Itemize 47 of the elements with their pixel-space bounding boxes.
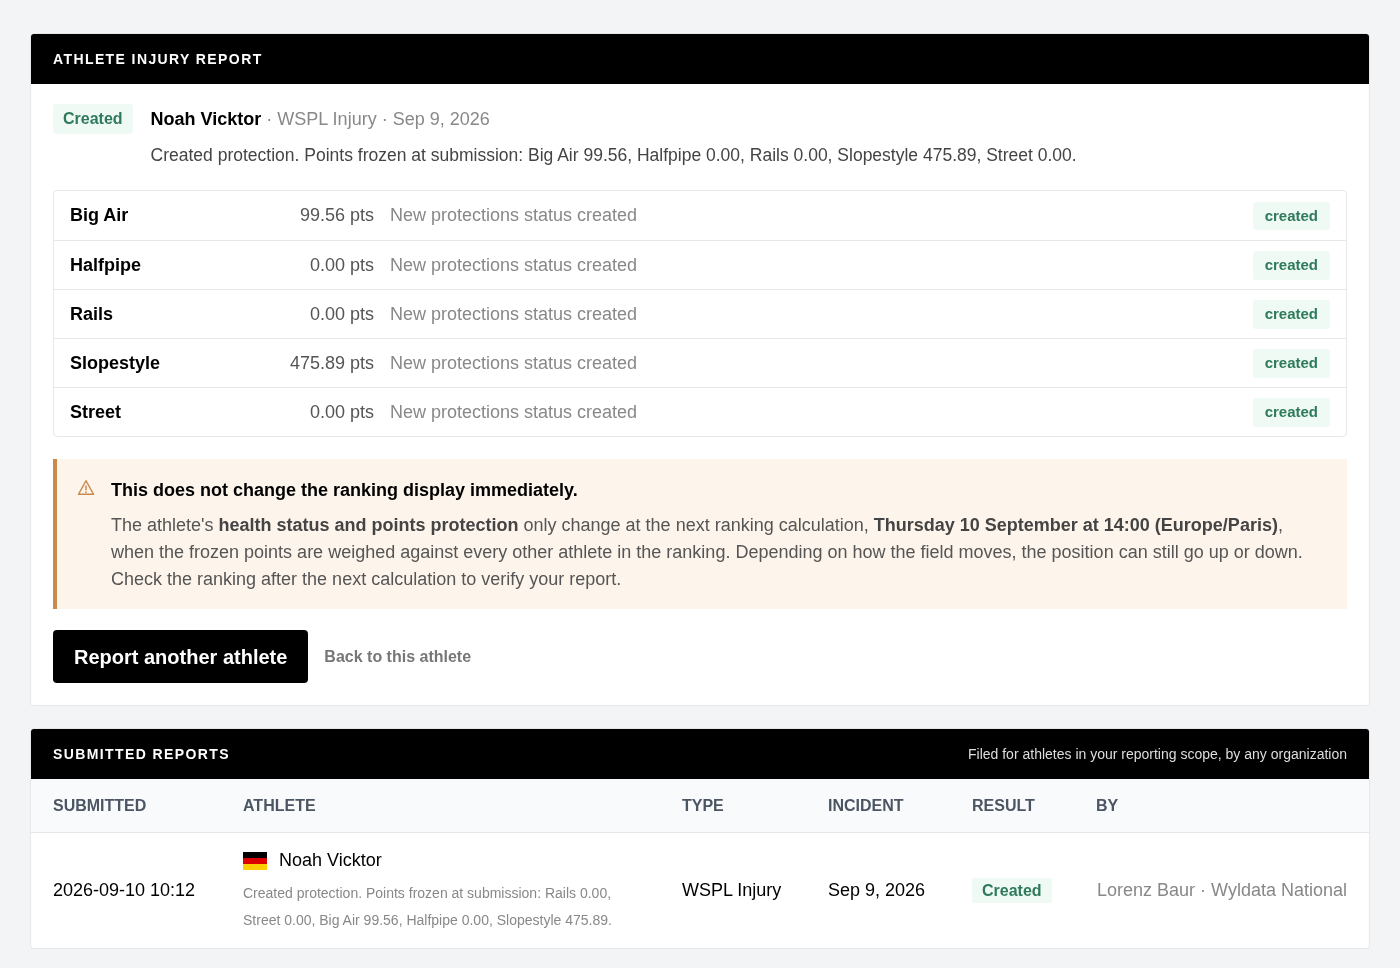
status-note: New protections status created: [390, 204, 639, 228]
table-cell: Lorenz Baur · Wyldata National: [1097, 880, 1347, 901]
back-link[interactable]: Back to this athlete: [324, 644, 472, 669]
discipline-name: Street: [70, 400, 123, 424]
status-badge: Created: [972, 877, 1052, 903]
column-header: TYPE: [682, 796, 724, 814]
status-badge: created: [1252, 251, 1330, 280]
notice-body: The athlete's health status and points protection only change at the next ranking calculation, Thursday 10 September at 14:00 (Europe/Paris), when the frozen points are weighed against every other athlete in the ranking. Depending on how the field moves, the position can still go up or down. Check the ranking after the next calculation to verify your report.: [111, 514, 1304, 592]
card-title: SUBMITTED REPORTS: [53, 744, 231, 764]
athlete-name: Noah Vicktor: [279, 849, 382, 873]
status-badge: Created: [53, 104, 133, 134]
status-note: New protections status created: [390, 351, 639, 375]
flag-icon: [243, 851, 267, 870]
report-button[interactable]: Report another athlete: [53, 630, 309, 684]
report-description: Created protection. Points frozen at submission: Big Air 99.56, Halfpipe 0.00, Rails 0.00, Slopestyle 475.89, Street 0.00.: [150, 144, 1077, 167]
table-cell: 2026-09-10 10:12: [53, 880, 196, 901]
points-value: 99.56 pts: [298, 204, 374, 228]
column-header: RESULT: [972, 796, 1035, 814]
card-title: ATHLETE INJURY REPORT: [53, 49, 263, 69]
card-subtitle: Filed for athletes in your reporting scope, by any organization: [968, 744, 1347, 764]
table-cell: Sep 9, 2026: [828, 880, 926, 901]
column-header: INCIDENT: [828, 796, 904, 814]
status-note: New protections status created: [390, 302, 639, 326]
status-badge: created: [1252, 398, 1330, 427]
report-type: · WSPL Injury: [266, 108, 377, 131]
discipline-name: Big Air: [70, 204, 130, 228]
report-summary: Created protection. Points frozen at submission: Rails 0.00, Street 0.00, Big Air 99.56, Halfpipe 0.00, Slopestyle 475.89.: [243, 884, 613, 931]
points-value: 0.00 pts: [308, 302, 374, 326]
warning-icon: [77, 479, 95, 497]
notice-title: This does not change the ranking display immediately.: [111, 479, 579, 503]
discipline-name: Slopestyle: [70, 351, 162, 375]
points-value: 475.89 pts: [288, 351, 374, 375]
points-value: 0.00 pts: [308, 400, 374, 424]
status-badge: created: [1252, 201, 1330, 230]
discipline-name: Halfpipe: [70, 253, 142, 277]
status-badge: created: [1252, 349, 1330, 378]
column-header: BY: [1096, 796, 1119, 814]
status-note: New protections status created: [390, 400, 639, 424]
table-cell: WSPL Injury: [682, 880, 782, 901]
column-header: SUBMITTED: [53, 796, 147, 814]
status-note: New protections status created: [390, 253, 639, 277]
points-value: 0.00 pts: [308, 253, 374, 277]
column-header: ATHLETE: [243, 796, 316, 814]
status-badge: created: [1252, 300, 1330, 329]
report-date: · Sep 9, 2026: [381, 108, 490, 131]
athlete-name: Noah Vicktor: [150, 108, 262, 131]
discipline-name: Rails: [70, 302, 115, 326]
